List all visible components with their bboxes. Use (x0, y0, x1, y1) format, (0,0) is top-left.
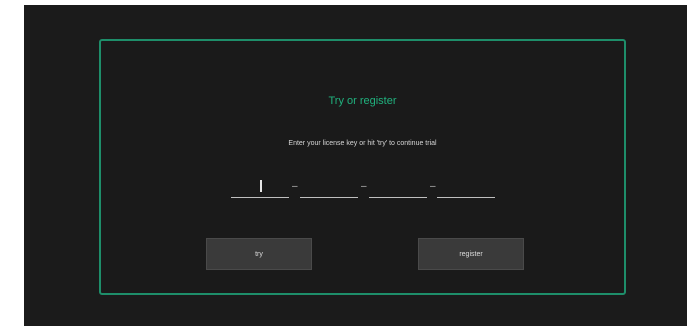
license-key-row: – – – (231, 176, 497, 200)
try-button[interactable]: try (206, 238, 312, 270)
key-separator-1: – (292, 181, 298, 192)
dialog-title: Try or register (328, 95, 397, 107)
key-separator-2: – (361, 181, 367, 192)
license-key-field-2[interactable] (300, 176, 358, 198)
text-caret (260, 180, 262, 192)
key-separator-3: – (430, 181, 436, 192)
dialog-instructions: Enter your license key or hit 'try' to c… (288, 140, 437, 147)
app-screen: Try or register Enter your license key o… (24, 5, 687, 326)
license-key-field-4[interactable] (437, 176, 495, 198)
license-key-field-3[interactable] (369, 176, 427, 198)
register-button[interactable]: register (418, 238, 524, 270)
license-dialog: Try or register Enter your license key o… (99, 39, 626, 295)
